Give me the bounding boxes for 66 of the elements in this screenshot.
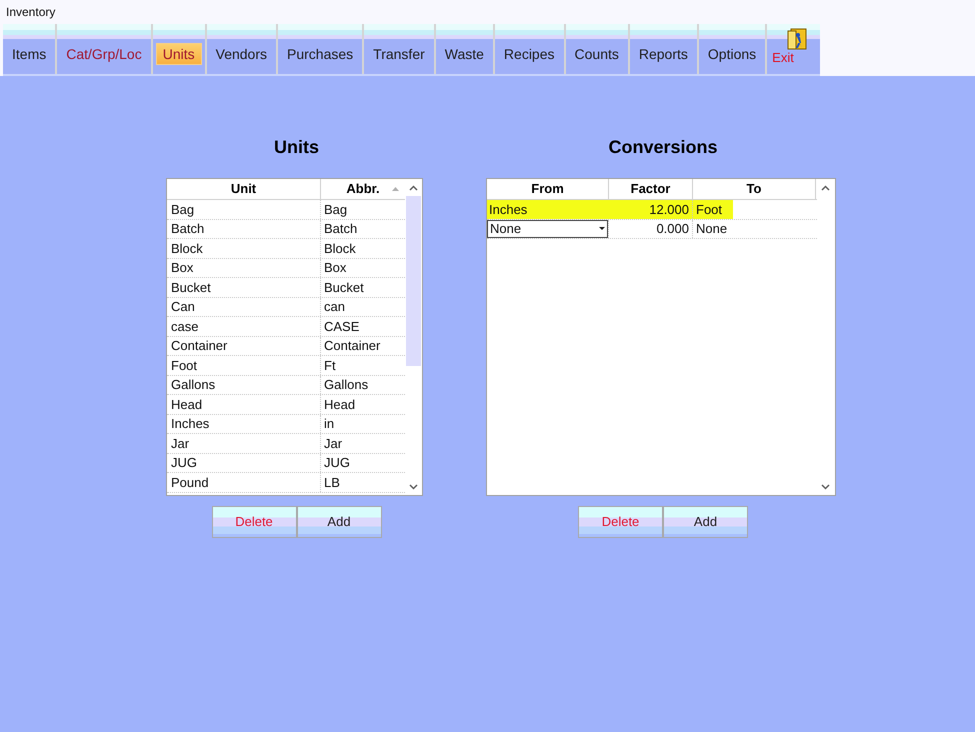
table-cell-text: JUG <box>323 454 351 472</box>
table-cell: Box <box>167 258 321 277</box>
scroll-thumb[interactable] <box>406 196 421 366</box>
table-cell: Block <box>167 239 321 258</box>
table-cell: Inches <box>487 200 609 218</box>
scroll-up-icon[interactable] <box>821 185 830 191</box>
table-cell-text: CASE <box>323 318 360 336</box>
table-cell-text: can <box>323 298 346 316</box>
tab[interactable]: Reports <box>632 43 694 65</box>
scroll-down-icon[interactable] <box>821 484 830 490</box>
table-cell-text: Bag <box>323 200 348 218</box>
column-header[interactable]: Unit <box>167 179 321 199</box>
table-cell-text: Block <box>323 240 357 258</box>
tab[interactable]: Waste <box>438 43 490 65</box>
tab[interactable]: Options <box>702 43 762 65</box>
table-cell-text: Container <box>323 337 382 355</box>
table-cell: 12.000 <box>609 200 693 218</box>
table-cell: JUG <box>167 454 321 472</box>
table-cell-text: Box <box>323 259 348 277</box>
table-cell: Foot <box>167 356 321 374</box>
tab[interactable]: Items <box>6 43 52 65</box>
table-cell: 0.000 <box>609 220 693 238</box>
table-cell: Jar <box>167 434 321 452</box>
delete-button[interactable]: Delete <box>578 506 663 538</box>
table-cell: Gallons <box>167 376 321 394</box>
column-header[interactable]: To <box>693 179 816 199</box>
table-cell: Bucket <box>167 278 321 296</box>
table-cell: Foot <box>693 200 816 218</box>
table-cell-text: Jar <box>323 434 344 452</box>
table-cell-text: Bucket <box>323 278 365 296</box>
door-icon <box>786 27 808 51</box>
table-cell-text: Head <box>323 396 356 414</box>
column-header[interactable]: Abbr. <box>321 179 405 199</box>
window-title: Inventory <box>6 4 56 21</box>
table-cell: Batch <box>167 220 321 238</box>
table-cell-text: Batch <box>323 220 358 238</box>
table-cell: case <box>167 317 321 336</box>
conversions-title: Conversions <box>608 136 718 159</box>
tab[interactable]: Transfer <box>367 43 431 65</box>
tab[interactable]: Recipes <box>498 43 561 65</box>
tab[interactable]: Vendors <box>210 43 273 65</box>
table-cell-text: Ft <box>323 356 337 374</box>
scroll-down-icon[interactable] <box>409 484 418 490</box>
tab[interactable]: Purchases <box>281 43 360 65</box>
delete-button[interactable]: Delete <box>212 506 296 538</box>
table-cell: Pound <box>167 473 321 492</box>
table-cell-text: Gallons <box>323 376 370 394</box>
column-header[interactable]: From <box>487 179 609 199</box>
tab[interactable]: Counts <box>568 43 625 65</box>
tab[interactable]: Units <box>156 43 202 65</box>
column-header[interactable]: Factor <box>609 179 693 199</box>
table-cell: Bag <box>167 200 321 218</box>
add-button[interactable]: Add <box>663 506 748 538</box>
units-title: Units <box>274 136 319 159</box>
scroll-up-icon[interactable] <box>409 185 418 191</box>
table-cell: Head <box>167 395 321 414</box>
table-cell: Inches <box>167 414 321 433</box>
from-dropdown[interactable]: None <box>487 220 608 238</box>
table-cell-text: None <box>695 220 728 238</box>
table-cell: Can <box>167 298 321 316</box>
add-button[interactable]: Add <box>296 506 382 538</box>
tab[interactable]: Cat/Grp/Loc <box>60 43 148 65</box>
table-cell-text: LB <box>323 474 341 492</box>
table-cell: Container <box>167 336 321 355</box>
dropdown-caret-icon <box>599 227 605 230</box>
table-cell-text: in <box>323 415 336 433</box>
